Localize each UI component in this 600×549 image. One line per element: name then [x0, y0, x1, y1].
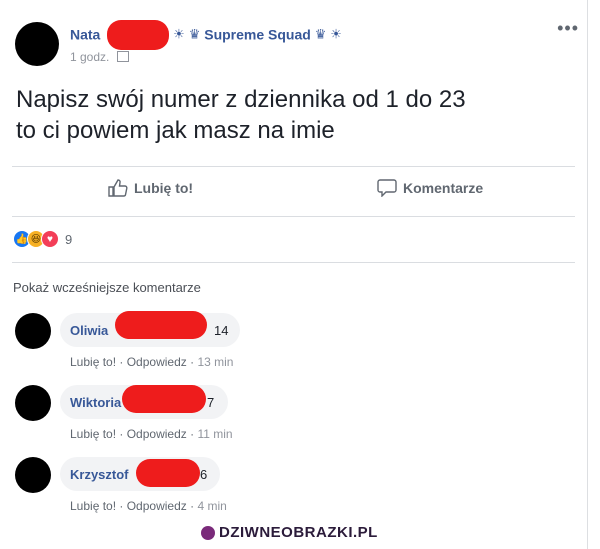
post-text-line: Napisz swój numer z dziennika od 1 do 23 [16, 86, 466, 113]
author-avatar[interactable] [15, 22, 59, 66]
commenter-redaction [115, 311, 207, 339]
commenter-name[interactable]: Wiktoria [70, 395, 121, 410]
commenter-redaction [122, 385, 206, 413]
site-logo-icon [201, 525, 215, 540]
author-redaction [107, 20, 169, 50]
sun-emoji-icon: ☀ [330, 26, 342, 42]
commenter-avatar[interactable] [15, 457, 51, 493]
post-time[interactable]: 1 godz. [70, 50, 109, 64]
comment-actions: Lubię to! · Odpowiedz · 13 min [70, 355, 234, 369]
author-name[interactable]: Nata [70, 26, 100, 42]
reactions-summary[interactable]: 👍 😆 ♥ 9 [13, 230, 72, 248]
comment-label: Komentarze [403, 180, 484, 196]
comment-time[interactable]: 11 min [197, 427, 232, 441]
love-reaction-icon: ♥ [41, 230, 59, 248]
comment-icon [377, 179, 397, 197]
comment-time[interactable]: 4 min [197, 499, 226, 513]
comment-time[interactable]: 13 min [197, 355, 233, 369]
crown-emoji-icon: ♛ [314, 26, 327, 42]
comment-like-link[interactable]: Lubię to! [70, 355, 116, 369]
post-text-line: to ci powiem jak masz na imie [16, 117, 335, 144]
audience-icon[interactable] [116, 51, 129, 63]
sun-emoji-icon: ☀ [173, 26, 185, 42]
post-meta: 1 godz. [70, 50, 129, 64]
comment-actions: Lubię to! · Odpowiedz · 11 min [70, 427, 233, 441]
comment-reply-link[interactable]: Odpowiedz [127, 427, 187, 441]
comment-like-link[interactable]: Lubię to! [70, 427, 116, 441]
commenter-avatar[interactable] [15, 385, 51, 421]
post-text: Napisz swój numer z dziennika od 1 do 23… [16, 84, 576, 146]
divider [12, 216, 575, 217]
comment-item: Wiktoria 7 Lubię to! · Odpowiedz · 11 mi… [0, 385, 587, 457]
commenter-name[interactable]: Krzysztof [70, 467, 129, 482]
divider [12, 262, 575, 263]
commenter-name[interactable]: Oliwia [70, 323, 108, 338]
comment-like-link[interactable]: Lubię to! [70, 499, 116, 513]
thumbs-up-icon [108, 179, 128, 197]
divider [12, 166, 575, 167]
commenter-avatar[interactable] [15, 313, 51, 349]
group-name[interactable]: Supreme Squad [204, 26, 311, 42]
comment-actions: Lubię to! · Odpowiedz · 4 min [70, 499, 227, 513]
watermark-text: DZIWNEOBRAZKI.PL [219, 524, 378, 541]
comment-text: 6 [200, 466, 208, 482]
crown-emoji-icon: ♛ [188, 26, 201, 42]
comment-text: 14 [214, 322, 229, 338]
comment-text: 7 [207, 394, 215, 410]
comment-reply-link[interactable]: Odpowiedz [127, 355, 187, 369]
commenter-redaction [136, 459, 200, 487]
like-label: Lubię to! [134, 180, 194, 196]
comment-item: Oliwia 14 Lubię to! · Odpowiedz · 13 min [0, 311, 587, 385]
comment-button[interactable]: Komentarze [377, 179, 483, 197]
comment-reply-link[interactable]: Odpowiedz [127, 499, 187, 513]
like-button[interactable]: Lubię to! [108, 179, 193, 197]
comment-item: Krzysztof 6 Lubię to! · Odpowiedz · 4 mi… [0, 457, 587, 529]
site-watermark: DZIWNEOBRAZKI.PL [201, 524, 378, 541]
facebook-post: Nata ☀ ♛ Supreme Squad ♛ ☀ 1 godz. ••• N… [0, 0, 588, 549]
more-options-icon[interactable]: ••• [557, 18, 579, 39]
reaction-count: 9 [65, 231, 73, 247]
show-previous-comments-link[interactable]: Pokaż wcześniejsze komentarze [13, 280, 201, 295]
